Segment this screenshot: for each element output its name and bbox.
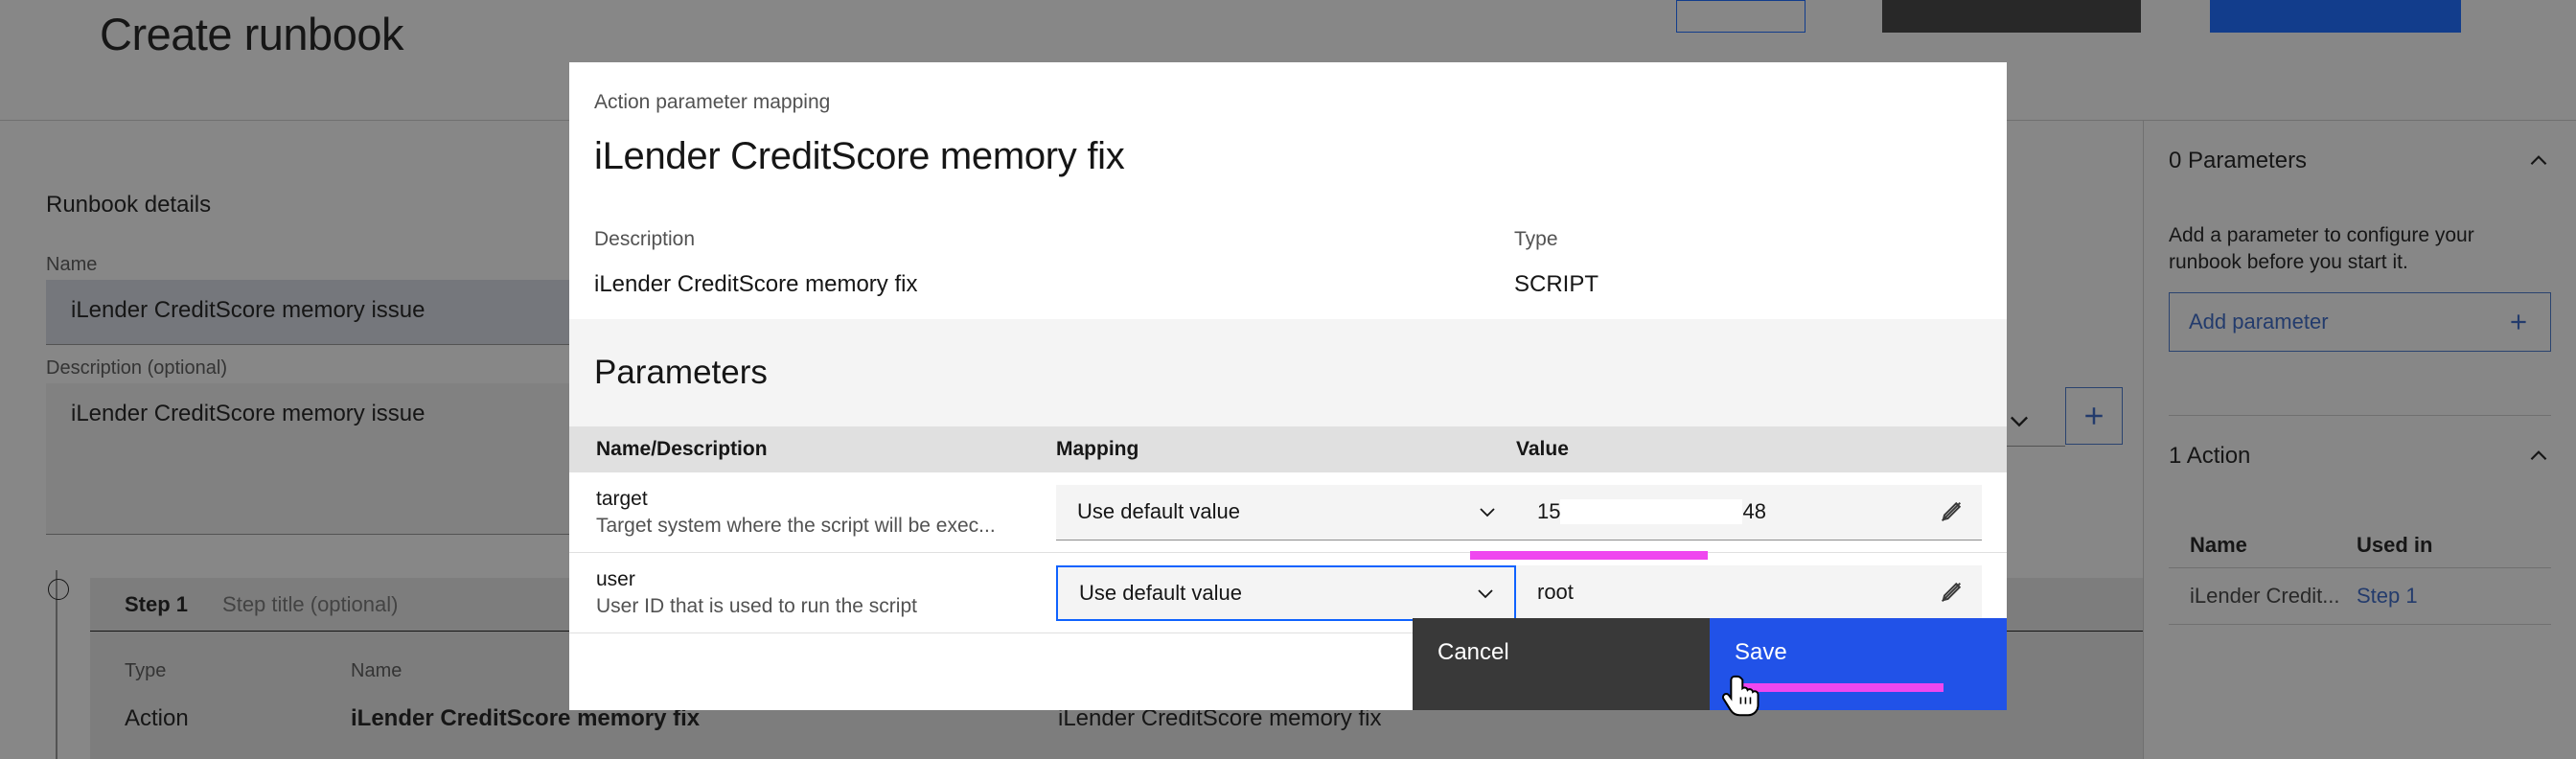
column-name-description: Name/Description [596, 438, 768, 460]
mapping-select[interactable]: Use default value [1056, 564, 1516, 621]
parameters-heading-band: Parameters [569, 319, 2007, 426]
mapping-select-value: Use default value [1077, 499, 1240, 523]
param-value-cell: root [1516, 564, 2007, 621]
value-text-suffix: 48 [1742, 499, 1766, 523]
modal-header: Action parameter mapping iLender CreditS… [569, 62, 2007, 298]
mapping-select[interactable]: Use default value [1056, 484, 1516, 540]
cancel-button-label: Cancel [1438, 639, 1509, 665]
modal-description-block: Description iLender CreditScore memory f… [594, 228, 1514, 298]
param-description: User ID that is used to run the script [596, 594, 917, 617]
parameters-heading: Parameters [594, 354, 768, 391]
mouse-cursor [1721, 674, 1766, 727]
cancel-button[interactable]: Cancel [1413, 618, 1710, 710]
param-name-cell: user User ID that is used to run the scr… [569, 568, 1056, 618]
action-parameter-mapping-modal: Action parameter mapping iLender CreditS… [569, 62, 2007, 710]
edit-off-icon[interactable] [1938, 579, 1965, 606]
column-value: Value [1516, 438, 1569, 460]
param-value-cell: 15 48 [1516, 484, 2007, 540]
modal-title: iLender CreditScore memory fix [594, 135, 1125, 177]
param-name-cell: target Target system where the script wi… [569, 488, 1056, 538]
value-input[interactable]: 15 48 [1516, 484, 1982, 540]
modal-description-value: iLender CreditScore memory fix [594, 271, 918, 297]
modal-type-label: Type [1514, 228, 1558, 250]
modal-footer: Cancel Save [569, 618, 2007, 710]
param-description: Target system where the script will be e… [596, 514, 996, 537]
param-mapping-cell: Use default value [1056, 564, 1516, 621]
chevron-down-icon [1474, 582, 1497, 605]
modal-type-value: SCRIPT [1514, 271, 1599, 297]
parameters-table-header: Name/Description Mapping Value [569, 426, 2007, 472]
redaction-block [1560, 499, 1743, 524]
column-mapping: Mapping [1056, 438, 1139, 460]
value-input[interactable]: root [1516, 564, 1982, 621]
parameters-table: Name/Description Mapping Value target Ta… [569, 426, 2007, 640]
save-button-label: Save [1735, 639, 1787, 665]
modal-meta: Description iLender CreditScore memory f… [594, 228, 1982, 298]
chevron-down-icon [1476, 500, 1499, 523]
value-text-prefix: root [1537, 580, 1574, 604]
modal-description-label: Description [594, 228, 696, 250]
edit-off-icon[interactable] [1938, 498, 1965, 525]
modal-eyebrow: Action parameter mapping [594, 91, 831, 113]
param-name: user [596, 567, 635, 590]
value-text-prefix: 15 [1537, 499, 1561, 523]
mapping-select-value: Use default value [1079, 580, 1242, 605]
modal-type-block: Type SCRIPT [1514, 228, 1598, 298]
param-mapping-cell: Use default value [1056, 484, 1516, 540]
param-name: target [596, 487, 648, 510]
table-row: target Target system where the script wi… [569, 472, 2007, 560]
